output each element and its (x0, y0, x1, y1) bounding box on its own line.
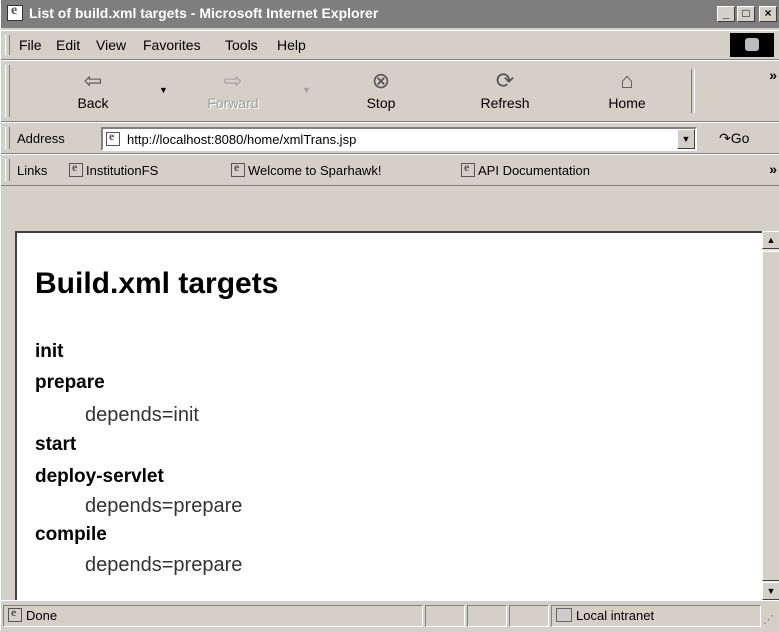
status-text-panel: Done (3, 605, 423, 627)
menu-view[interactable]: View (96, 37, 126, 53)
refresh-label: Refresh (480, 95, 530, 111)
link-label: Welcome to Sparhawk! (248, 163, 382, 178)
minimize-button[interactable]: _ (717, 6, 735, 22)
status-bar: Done Local intranet ⋰ (1, 600, 779, 632)
link-welcome-sparhawk[interactable]: Welcome to Sparhawk! (231, 160, 382, 178)
address-bar-grip[interactable] (5, 127, 10, 149)
page-icon (106, 129, 120, 146)
home-label: Home (608, 95, 646, 111)
refresh-button[interactable]: ⟳ Refresh (465, 65, 545, 119)
target-deploy-servlet-depends: depends=prepare (85, 495, 243, 517)
menu-file[interactable]: File (19, 37, 42, 53)
link-label: API Documentation (478, 163, 591, 178)
resize-grip-icon[interactable]: ⋰ (763, 613, 774, 626)
menu-bar-grip[interactable] (5, 35, 10, 55)
back-button[interactable]: ⇦ Back (53, 65, 133, 119)
vertical-scrollbar[interactable]: ▲ ▼ (762, 231, 779, 600)
menu-help[interactable]: Help (277, 37, 306, 53)
back-history-dropdown[interactable]: ▼ (159, 85, 168, 95)
security-zone-panel[interactable]: Local intranet (551, 605, 761, 627)
address-input[interactable]: http://localhost:8080/home/xmlTrans.jsp … (101, 127, 697, 151)
stop-label: Stop (366, 95, 396, 111)
go-button[interactable]: ↷Go (719, 130, 749, 147)
go-arrow-icon: ↷ (719, 130, 731, 146)
home-icon: ⌂ (620, 68, 634, 93)
status-text: Done (26, 608, 58, 623)
links-bar: Links InstitutionFS Welcome to Sparhawk!… (1, 154, 779, 186)
intranet-zone-icon (556, 608, 572, 622)
title-bar[interactable]: List of build.xml targets - Microsoft In… (1, 0, 779, 28)
target-prepare: prepare (35, 372, 105, 393)
scroll-down-button[interactable]: ▼ (762, 582, 779, 600)
page-icon (461, 160, 475, 177)
target-start: start (35, 434, 77, 455)
close-button[interactable]: × (759, 6, 777, 22)
page-icon (69, 160, 83, 177)
standard-toolbar: ⇦ Back ▼ ⇨ Forward ▼ ⊗ Stop ⟳ Refresh ⌂ … (1, 60, 779, 122)
windows-logo-icon (730, 33, 774, 57)
links-overflow-chevron[interactable]: » (769, 161, 777, 177)
go-label: Go (730, 130, 750, 146)
scroll-thumb[interactable] (762, 251, 779, 581)
link-api-documentation[interactable]: API Documentation (461, 160, 591, 178)
page-heading: Build.xml targets (35, 267, 279, 300)
scroll-up-button[interactable]: ▲ (762, 231, 779, 249)
home-button[interactable]: ⌂ Home (587, 65, 667, 119)
browser-window: List of build.xml targets - Microsoft In… (0, 0, 779, 632)
target-compile-depends: depends=prepare (85, 554, 243, 576)
page-viewport: Build.xml targets init prepare depends=i… (15, 231, 762, 600)
target-deploy-servlet: deploy-servlet (35, 466, 164, 487)
forward-button[interactable]: ⇨ Forward (193, 65, 273, 119)
back-arrow-icon: ⇦ (83, 68, 103, 93)
status-panel-empty-2 (467, 605, 507, 627)
ie-app-icon[interactable] (7, 3, 23, 21)
address-bar: Address http://localhost:8080/home/xmlTr… (1, 122, 779, 154)
links-bar-grip[interactable] (5, 159, 10, 181)
target-compile: compile (35, 524, 107, 545)
link-institutionfs[interactable]: InstitutionFS (69, 160, 159, 178)
target-init: init (35, 341, 64, 362)
refresh-icon: ⟳ (495, 68, 515, 93)
menu-tools[interactable]: Tools (225, 37, 258, 53)
address-url[interactable]: http://localhost:8080/home/xmlTrans.jsp (127, 132, 356, 147)
stop-button[interactable]: ⊗ Stop (341, 65, 421, 119)
target-prepare-depends: depends=init (85, 404, 199, 426)
forward-history-dropdown[interactable]: ▼ (302, 85, 311, 95)
status-panel-empty-1 (425, 605, 465, 627)
menu-edit[interactable]: Edit (56, 37, 80, 53)
forward-arrow-icon: ⇨ (223, 68, 243, 93)
back-label: Back (77, 95, 109, 111)
address-dropdown-button[interactable]: ▼ (677, 129, 695, 149)
links-label: Links (17, 163, 48, 178)
address-label: Address (17, 131, 65, 146)
maximize-button[interactable]: □ (737, 6, 755, 22)
toolbar-overflow-chevron[interactable]: » (769, 67, 777, 83)
status-panel-empty-3 (509, 605, 549, 627)
menu-bar: File Edit View Favorites Tools Help (1, 30, 779, 60)
page-icon (231, 160, 245, 177)
link-label: InstitutionFS (86, 163, 159, 178)
menu-favorites[interactable]: Favorites (143, 37, 201, 53)
page-icon (8, 605, 22, 622)
security-zone-label: Local intranet (576, 608, 655, 623)
toolbar-separator (691, 69, 695, 113)
stop-icon: ⊗ (371, 68, 391, 93)
window-title: List of build.xml targets - Microsoft In… (29, 5, 379, 21)
forward-label: Forward (207, 95, 259, 111)
toolbar-grip[interactable] (5, 65, 10, 117)
